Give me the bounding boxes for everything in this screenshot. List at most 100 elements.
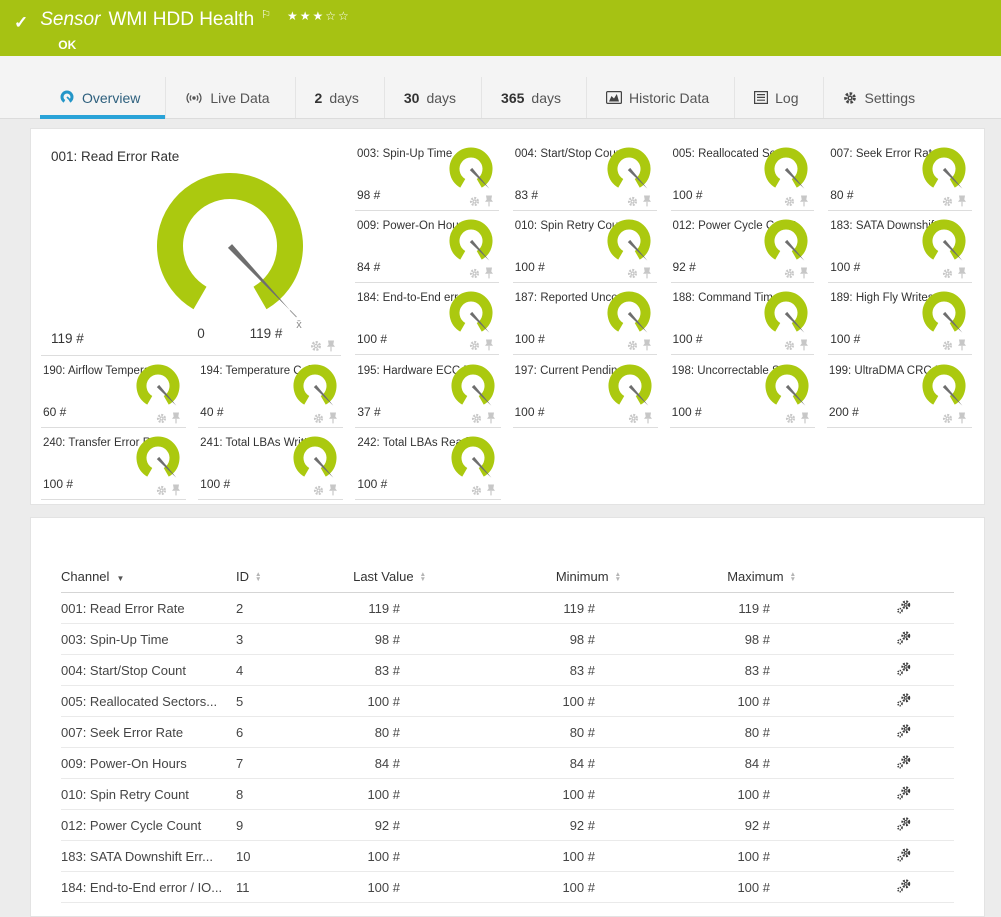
channel-gauge-cell: 189: High Fly Writes 100 #	[828, 283, 972, 355]
pin-icon[interactable]	[643, 412, 653, 424]
edit-channel-icon[interactable]	[896, 661, 912, 677]
flag-icon[interactable]: ⚐	[261, 4, 271, 26]
column-header-id[interactable]: ID▲▼	[236, 569, 336, 584]
channel-table-row[interactable]: 004: Start/Stop Count 4 83 # 83 # 83 #	[61, 655, 954, 686]
edit-channel-icon[interactable]	[896, 816, 912, 832]
tab-settings[interactable]: Settings	[824, 77, 940, 118]
channel-table-row[interactable]: 184: End-to-End error / IO... 11 100 # 1…	[61, 872, 954, 903]
pin-icon[interactable]	[642, 195, 652, 207]
gear-icon[interactable]	[469, 340, 480, 351]
column-header-maximum[interactable]: Maximum▲▼	[621, 569, 796, 584]
pin-icon[interactable]	[799, 195, 809, 207]
gear-icon[interactable]	[784, 340, 795, 351]
gauge-dial	[441, 217, 499, 267]
sort-desc-icon[interactable]: ▼	[116, 574, 124, 583]
tab-2-days[interactable]: 2days	[296, 77, 385, 118]
channel-table-row[interactable]: 010: Spin Retry Count 8 100 # 100 # 100 …	[61, 779, 954, 810]
edit-channel-icon[interactable]	[896, 878, 912, 894]
tab-historic-data[interactable]: Historic Data	[587, 77, 735, 118]
gear-icon[interactable]	[313, 413, 324, 424]
broadcast-icon	[185, 91, 203, 105]
channel-table-row[interactable]: 183: SATA Downshift Err... 10 100 # 100 …	[61, 841, 954, 872]
tab-365-days[interactable]: 365days	[482, 77, 587, 118]
pin-icon[interactable]	[326, 340, 336, 352]
pin-icon[interactable]	[957, 195, 967, 207]
gauge-actions	[627, 339, 652, 351]
gauge-last-value: 40 #	[200, 405, 223, 419]
gear-icon[interactable]	[156, 413, 167, 424]
gear-icon[interactable]	[784, 196, 795, 207]
edit-channel-icon[interactable]	[896, 692, 912, 708]
edit-channel-icon[interactable]	[896, 723, 912, 739]
channel-gauge-cell: 187: Reported Uncorre... 100 #	[513, 283, 657, 355]
channel-table-row[interactable]: 012: Power Cycle Count 9 92 # 92 # 92 #	[61, 810, 954, 841]
gauge-actions	[469, 339, 494, 351]
edit-channel-icon[interactable]	[896, 599, 912, 615]
gauge-last-value: 80 #	[830, 188, 853, 202]
channel-table-row[interactable]: 001: Read Error Rate 2 119 # 119 # 119 #	[61, 593, 954, 624]
pin-icon[interactable]	[486, 484, 496, 496]
cell-channel: 003: Spin-Up Time	[61, 632, 236, 647]
gear-icon[interactable]	[785, 413, 796, 424]
gear-icon[interactable]	[310, 340, 322, 352]
pin-icon[interactable]	[957, 412, 967, 424]
pin-icon[interactable]	[799, 267, 809, 279]
gear-icon[interactable]	[469, 268, 480, 279]
edit-channel-icon[interactable]	[896, 785, 912, 801]
sort-icon[interactable]: ▲▼	[790, 572, 796, 583]
column-header-label: Minimum	[556, 569, 609, 584]
gauge-actions	[942, 412, 967, 424]
gauge-last-value: 100 #	[515, 405, 545, 419]
edit-channel-icon[interactable]	[896, 754, 912, 770]
gear-icon[interactable]	[471, 485, 482, 496]
gear-icon[interactable]	[942, 413, 953, 424]
gear-icon[interactable]	[942, 340, 953, 351]
channel-table-row[interactable]: 003: Spin-Up Time 3 98 # 98 # 98 #	[61, 624, 954, 655]
tab-live-data[interactable]: Live Data	[166, 77, 295, 118]
pin-icon[interactable]	[484, 339, 494, 351]
pin-icon[interactable]	[484, 267, 494, 279]
gear-icon[interactable]	[942, 196, 953, 207]
gauge-last-value: 100 #	[43, 477, 73, 491]
priority-stars[interactable]: ★★★☆☆	[287, 5, 351, 27]
pin-icon[interactable]	[171, 412, 181, 424]
page-title: WMI HDD Health	[108, 9, 254, 31]
pin-icon[interactable]	[642, 267, 652, 279]
tab-overview[interactable]: Overview	[40, 77, 166, 118]
gear-icon[interactable]	[313, 485, 324, 496]
gear-icon[interactable]	[469, 196, 480, 207]
gear-icon[interactable]	[627, 268, 638, 279]
pin-icon[interactable]	[328, 412, 338, 424]
edit-channel-icon[interactable]	[896, 630, 912, 646]
column-header-channel[interactable]: Channel▼	[61, 569, 236, 584]
column-header-minimum[interactable]: Minimum▲▼	[426, 569, 621, 584]
pin-icon[interactable]	[484, 195, 494, 207]
pin-icon[interactable]	[328, 484, 338, 496]
pin-icon[interactable]	[957, 339, 967, 351]
pin-icon[interactable]	[486, 412, 496, 424]
pin-icon[interactable]	[642, 339, 652, 351]
channel-table-row[interactable]: 007: Seek Error Rate 6 80 # 80 # 80 #	[61, 717, 954, 748]
edit-channel-icon[interactable]	[896, 847, 912, 863]
gear-icon[interactable]	[628, 413, 639, 424]
pin-icon[interactable]	[800, 412, 810, 424]
tab-log[interactable]: Log	[735, 77, 824, 118]
cell-channel: 012: Power Cycle Count	[61, 818, 236, 833]
gear-icon[interactable]	[156, 485, 167, 496]
pin-icon[interactable]	[171, 484, 181, 496]
channel-table-row[interactable]: 009: Power-On Hours 7 84 # 84 # 84 #	[61, 748, 954, 779]
gear-icon[interactable]	[784, 268, 795, 279]
channel-table-row[interactable]: 005: Reallocated Sectors... 5 100 # 100 …	[61, 686, 954, 717]
gear-icon[interactable]	[627, 340, 638, 351]
column-header-last-value[interactable]: Last Value▲▼	[336, 569, 426, 584]
channel-gauge-cell: 004: Start/Stop Count 83 #	[513, 139, 657, 211]
pin-icon[interactable]	[957, 267, 967, 279]
pin-icon[interactable]	[799, 339, 809, 351]
sort-icon[interactable]: ▲▼	[255, 572, 261, 583]
cell-last-value: 100 #	[336, 787, 426, 802]
gauge-actions	[471, 484, 496, 496]
gear-icon[interactable]	[942, 268, 953, 279]
gear-icon[interactable]	[627, 196, 638, 207]
gear-icon[interactable]	[471, 413, 482, 424]
tab-30-days[interactable]: 30days	[385, 77, 482, 118]
